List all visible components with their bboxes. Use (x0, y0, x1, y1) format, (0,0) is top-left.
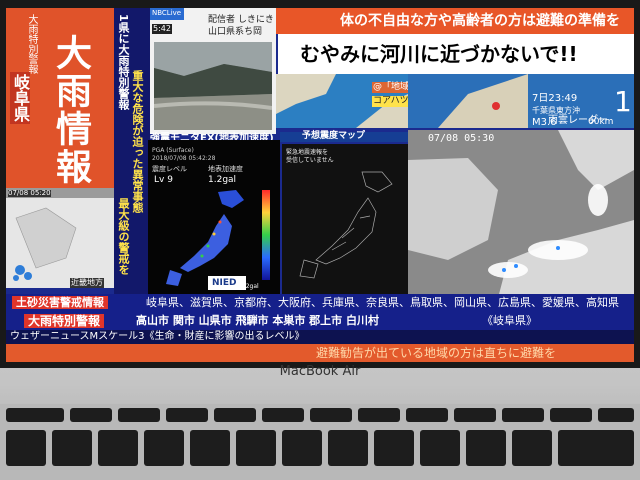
yoso-japan-map (299, 171, 393, 279)
big-title: 大雨情報 (50, 34, 91, 186)
key (550, 408, 592, 422)
key (328, 430, 368, 466)
rain-radar: 雨雲レーダー 07/08 05:30 (408, 116, 634, 298)
landslide-warning-row: 土砂災害警戒情報 岐阜県、滋賀県、京都府、大阪府、兵庫県、奈良県、鳥取県、岡山県… (6, 294, 634, 312)
key (598, 408, 634, 422)
yoso-title: 予想震度マップ (302, 131, 366, 141)
laptop-brand: MacBook Air (279, 364, 361, 379)
live-camera-feed: NBCLive 5:42 配信者 しきにき 山口県系ち岡 (150, 8, 276, 134)
prefecture-label: 岐阜県 (10, 72, 30, 124)
key (70, 408, 112, 422)
special-warning-row: 大雨特別警報 高山市 関市 山県市 飛騨市 本巣市 郡上市 白川村 《岐阜県》 (6, 312, 634, 330)
radar-title: 雨雲レーダー (548, 115, 608, 126)
shindo-label-a: 震度レベル (152, 165, 187, 173)
river-view-image (154, 42, 272, 130)
eq-intensity: 1 (614, 85, 632, 118)
key (6, 430, 46, 466)
landslide-prefectures: 岐阜県、滋賀県、京都府、大阪府、兵庫県、奈良県、鳥取県、岡山県、広島県、愛媛県、… (146, 296, 619, 309)
key (374, 430, 414, 466)
predicted-intensity-map: 緊急地震速報を 受信していません (282, 144, 408, 294)
vertical-line-2: 重大な危険が迫った異常事態 (131, 70, 144, 213)
key (52, 430, 92, 466)
small-region-map: @「地域名」 コアハツ可 (276, 74, 429, 128)
yoso-note-1: 緊急地震速報を (286, 149, 329, 156)
key (6, 408, 64, 422)
radar-map (408, 130, 634, 298)
earthquake-map (438, 74, 528, 128)
shindo-color-scale (262, 190, 270, 280)
river-warning-box: むやみに河川に近づかないで!! (278, 34, 634, 74)
streamer-caption: 配信者 しきにき (208, 15, 274, 25)
key (262, 408, 304, 422)
shindo-level: Lv 9 (154, 175, 173, 185)
key (420, 430, 460, 466)
kinki-label: 近畿地方 (70, 278, 104, 288)
key (98, 430, 138, 466)
special-warning-cities: 高山市 関市 山県市 飛騨市 本巣市 郡上市 白川村 (136, 314, 379, 327)
broadcast-screen: 体の不自由な方や高齢者の方は避難の準備を 大雨特別警報 岐阜県 大雨情報 1県に… (6, 8, 634, 362)
yoso-title-bar: 予想震度マップ (280, 132, 408, 142)
vertical-line-1: 1県に大雨特別警報 (117, 14, 130, 110)
bottom-ticker: 避難勧告が出ている地域の方は直ちに避難を (6, 344, 634, 362)
key (118, 408, 160, 422)
shindo-accel: 1.2gal (208, 175, 237, 185)
camera-time: 5:42 (152, 24, 172, 34)
key (310, 408, 352, 422)
key (454, 408, 496, 422)
keyboard (0, 404, 640, 480)
key (358, 408, 400, 422)
kinki-region-map: 07/08 05:20 近畿地方 (6, 188, 114, 288)
key (282, 430, 322, 466)
camera-location: 山口県系ち岡 (208, 27, 263, 37)
key (214, 408, 256, 422)
top-ticker-text: 体の不自由な方や高齢者の方は避難の準備を (340, 13, 620, 29)
landslide-badge: 土砂災害警戒情報 (12, 296, 108, 309)
river-warning-text: むやみに河川に近づかないで!! (300, 42, 578, 66)
key (558, 430, 634, 466)
eq-place: 千葉県東方沖 (532, 106, 580, 115)
shindo-monitor: PGA (Surface) 2018/07/08 05:42:28 震度レベル … (148, 140, 280, 294)
key (512, 430, 552, 466)
key (190, 430, 230, 466)
key (166, 408, 208, 422)
key (466, 430, 506, 466)
key (406, 408, 448, 422)
yoso-note-2: 受信していません (286, 157, 334, 164)
scale-row: ウェザーニュースMスケール3《生命・財産に影響の出るレベル》 (6, 330, 634, 344)
nied-logo-text: NIED (212, 278, 237, 288)
special-warning-badge: 大雨特別警報 (24, 314, 105, 328)
scale-text: ウェザーニュースMスケール3《生命・財産に影響の出るレベル》 (10, 331, 305, 342)
kinki-map-image (6, 198, 114, 288)
shindo-label-b: 地表加速度 (208, 165, 243, 173)
channel-logo: NBCLive (150, 8, 184, 20)
vertical-line-3: 最大級の警戒を (117, 198, 130, 275)
top-ticker: 体の不自由な方や高齢者の方は避難の準備を (276, 8, 634, 34)
region-header: 大雨特別警報 (26, 14, 37, 74)
vertical-message-panel: 1県に大雨特別警報 重大な危険が迫った異常事態 最大級の警戒を (114, 8, 150, 294)
nied-logo: NIED (208, 276, 246, 290)
bottom-ticker-text: 避難勧告が出ている地域の方は直ちに避難を (316, 346, 557, 360)
eq-time: 7日23:49 (532, 93, 578, 104)
shindo-line-1: PGA (Surface) (152, 147, 194, 154)
channel-name: NBCLive (152, 9, 182, 17)
key (144, 430, 184, 466)
kinki-map-time: 07/08 05:20 (8, 189, 51, 197)
key (236, 430, 276, 466)
key (502, 408, 544, 422)
shindo-line-2: 2018/07/08 05:42:28 (152, 155, 216, 162)
special-warning-pref: 《岐阜県》 (482, 314, 537, 327)
